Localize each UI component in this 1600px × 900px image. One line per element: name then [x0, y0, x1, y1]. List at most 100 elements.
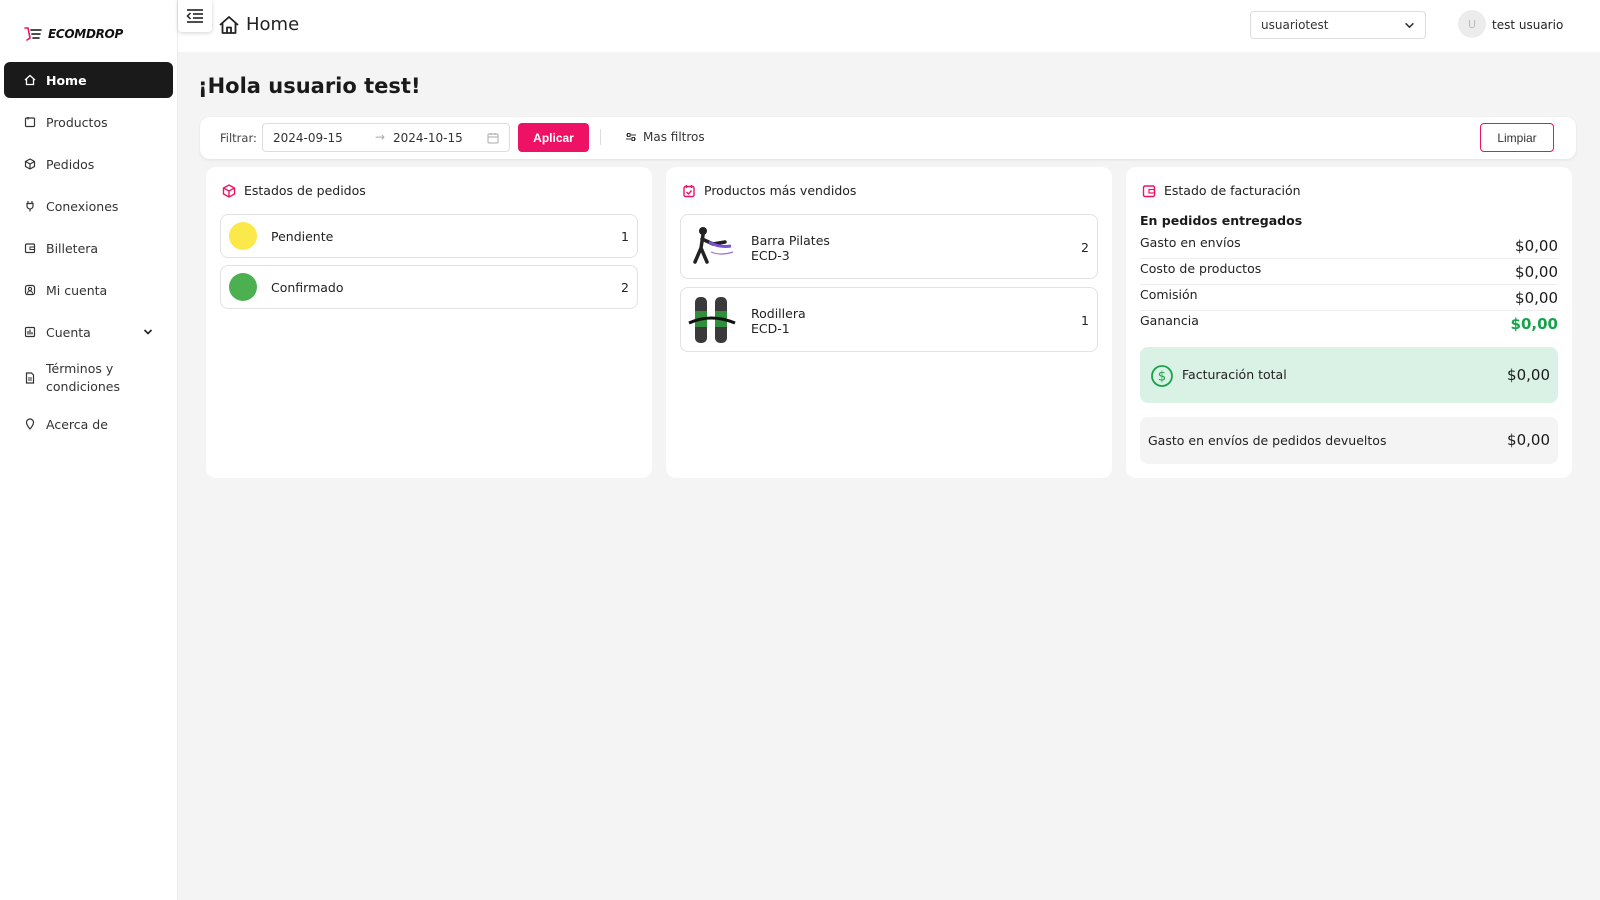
- clear-button[interactable]: Limpiar: [1480, 123, 1554, 152]
- plug-icon: [24, 200, 36, 212]
- clipboard-icon: [682, 184, 696, 198]
- billing-row-value: $0,00: [1515, 289, 1558, 307]
- more-filters-button[interactable]: Mas filtros: [625, 130, 705, 144]
- location-pin-icon: [24, 418, 36, 430]
- status-dot-green: [229, 273, 257, 301]
- document-icon: [24, 372, 36, 384]
- sidebar-item-label: Conexiones: [46, 198, 119, 214]
- wallet-icon: [1142, 184, 1156, 198]
- account-select-value: usuariotest: [1261, 18, 1329, 32]
- product-row[interactable]: Barra Pilates ECD-3 2: [680, 214, 1098, 279]
- billing-row-comision: Comisión $0,00: [1140, 285, 1558, 311]
- sidebar: ECOMDROP Home Productos Pedidos Conexion…: [0, 0, 178, 900]
- sidebar-item-terminos[interactable]: Términos y condiciones: [4, 356, 173, 400]
- sidebar-item-home[interactable]: Home: [4, 62, 173, 98]
- billing-returns-label: Gasto en envíos de pedidos devueltos: [1148, 433, 1387, 448]
- sidebar-item-productos[interactable]: Productos: [4, 104, 173, 140]
- box-icon: [24, 116, 36, 128]
- brand-logo[interactable]: ECOMDROP: [0, 0, 177, 52]
- apply-button[interactable]: Aplicar: [518, 123, 589, 152]
- product-count: 1: [1081, 313, 1089, 328]
- billing-total: $ Facturación total $0,00: [1140, 347, 1558, 403]
- billing-total-label: Facturación total: [1182, 367, 1287, 382]
- sidebar-item-label: Productos: [46, 114, 108, 130]
- sidebar-item-label: Acerca de: [46, 416, 108, 432]
- sidebar-item-label: Cuenta: [46, 324, 91, 340]
- more-filters-label: Mas filtros: [643, 130, 705, 144]
- status-label: Pendiente: [271, 229, 334, 244]
- status-dot-yellow: [229, 222, 257, 250]
- product-row[interactable]: Rodillera ECD-1 1: [680, 287, 1098, 352]
- sidebar-item-label: Pedidos: [46, 156, 95, 172]
- sidebar-item-cuenta[interactable]: Cuenta: [4, 314, 173, 350]
- billing-row-ganancia: Ganancia $0,00: [1140, 311, 1558, 337]
- calendar-icon[interactable]: [487, 132, 499, 144]
- product-sku: ECD-1: [751, 321, 790, 336]
- home-icon: [24, 74, 36, 86]
- billing-row-value: $0,00: [1515, 263, 1558, 281]
- billing-section-label: En pedidos entregados: [1140, 213, 1303, 228]
- chevron-down-icon[interactable]: [143, 327, 153, 337]
- sidebar-item-mi-cuenta[interactable]: Mi cuenta: [4, 272, 173, 308]
- user-name[interactable]: test usuario: [1492, 18, 1563, 32]
- avatar[interactable]: U: [1458, 10, 1486, 38]
- sidebar-item-label: Mi cuenta: [46, 282, 108, 298]
- sidebar-item-label: Home: [46, 72, 87, 88]
- sidebar-item-acerca-de[interactable]: Acerca de: [4, 406, 173, 442]
- brand-name: ECOMDROP: [48, 27, 123, 41]
- package-icon: [222, 183, 236, 198]
- billing-row-value: $0,00: [1515, 237, 1558, 255]
- sidebar-nav: Home Productos Pedidos Conexiones Billet…: [0, 62, 177, 442]
- status-row-pendiente[interactable]: Pendiente 1: [220, 214, 638, 258]
- billing-card: Estado de facturación En pedidos entrega…: [1126, 167, 1572, 478]
- card-title: Productos más vendidos: [682, 183, 856, 198]
- wallet-icon: [24, 242, 36, 254]
- account-select[interactable]: usuariotest: [1250, 11, 1426, 39]
- menu-collapse-icon: [186, 8, 204, 24]
- page-title: Home: [218, 14, 299, 35]
- status-count: 2: [621, 280, 629, 295]
- status-count: 1: [621, 229, 629, 244]
- product-image-pilates: [687, 222, 737, 272]
- billing-total-value: $0,00: [1507, 366, 1550, 384]
- sidebar-item-pedidos[interactable]: Pedidos: [4, 146, 173, 182]
- sidebar-item-billetera[interactable]: Billetera: [4, 230, 173, 266]
- product-count: 2: [1081, 240, 1089, 255]
- sidebar-toggle-button[interactable]: [178, 0, 212, 32]
- card-title: Estados de pedidos: [222, 183, 366, 198]
- greeting: ¡Hola usuario test!: [198, 74, 421, 98]
- order-status-card: Estados de pedidos Pendiente 1 Confirmad…: [206, 167, 652, 478]
- svg-text:$: $: [1158, 370, 1166, 385]
- sliders-icon: [625, 132, 637, 142]
- billing-row-costo: Costo de productos $0,00: [1140, 259, 1558, 285]
- sidebar-item-label: Términos y condiciones: [46, 361, 120, 394]
- divider: [600, 129, 601, 145]
- billing-row-value: $0,00: [1510, 315, 1558, 333]
- product-sku: ECD-3: [751, 248, 790, 263]
- page-title-text: Home: [246, 14, 300, 35]
- billing-row-envios: Gasto en envíos $0,00: [1140, 233, 1558, 259]
- status-label: Confirmado: [271, 280, 344, 295]
- billing-row-label: Gasto en envíos: [1140, 235, 1241, 250]
- card-title-text: Estado de facturación: [1164, 183, 1301, 198]
- card-title-text: Estados de pedidos: [244, 183, 366, 198]
- filter-bar: Filtrar: 2024-09-15 → 2024-10-15 Aplicar…: [200, 117, 1576, 159]
- billing-row-label: Comisión: [1140, 287, 1198, 302]
- date-range-picker[interactable]: 2024-09-15 → 2024-10-15: [262, 123, 510, 152]
- sidebar-item-conexiones[interactable]: Conexiones: [4, 188, 173, 224]
- status-row-confirmado[interactable]: Confirmado 2: [220, 265, 638, 309]
- dollar-circle-icon: $: [1150, 364, 1174, 388]
- billing-row-label: Costo de productos: [1140, 261, 1262, 276]
- end-date[interactable]: 2024-10-15: [393, 131, 463, 145]
- product-name: Rodillera: [751, 306, 806, 321]
- billing-row-label: Ganancia: [1140, 313, 1199, 328]
- card-title-text: Productos más vendidos: [704, 183, 857, 198]
- package-icon: [24, 158, 36, 170]
- top-products-card: Productos más vendidos Barra Pilates ECD…: [666, 167, 1112, 478]
- chevron-down-icon: [1404, 20, 1415, 31]
- billing-returns: Gasto en envíos de pedidos devueltos $0,…: [1140, 417, 1558, 464]
- product-image-knee-brace: [687, 295, 737, 345]
- product-name: Barra Pilates: [751, 233, 830, 248]
- start-date[interactable]: 2024-09-15: [273, 131, 343, 145]
- user-icon: [24, 284, 36, 296]
